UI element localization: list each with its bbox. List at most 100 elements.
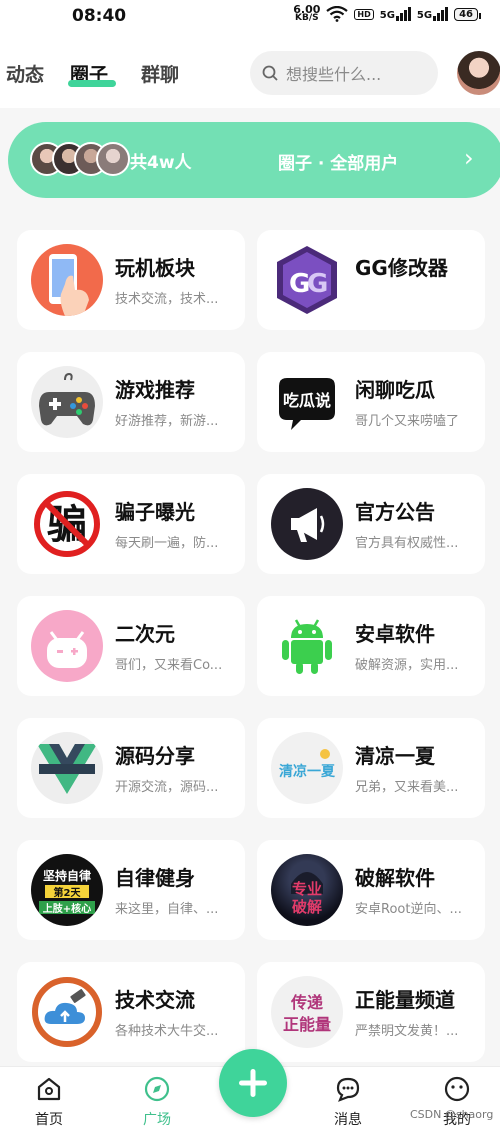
circle-title: 正能量频道: [355, 988, 455, 1012]
tab-dynamic[interactable]: 动态: [6, 60, 44, 87]
circle-title: GG修改器: [355, 256, 448, 280]
search-icon: [262, 65, 278, 81]
nav-square-label: 广场: [143, 1112, 171, 1128]
circle-card-fitness[interactable]: 坚持自律 第2天 上肢+核心 自律健身 来这里，自律、...: [17, 840, 245, 940]
network-speed-unit: KB/S: [295, 13, 319, 23]
circle-card-summer[interactable]: 清凉一夏 清凉一夏 兄弟，又来看美...: [257, 718, 485, 818]
circle-card-gg[interactable]: G G GG修改器: [257, 230, 485, 330]
status-icons: 6.00 KB/S HD 5G 5G 46: [293, 4, 481, 23]
summer-text-icon: 清凉一夏: [271, 732, 343, 804]
nav-messages-label: 消息: [334, 1112, 362, 1128]
fitness-line-2: 第2天: [54, 886, 82, 899]
message-icon: [336, 1077, 360, 1102]
nav-home-label: 首页: [35, 1112, 63, 1128]
fitness-line-3: 上肢+核心: [43, 902, 91, 915]
plus-icon: [239, 1069, 267, 1097]
chat-logo-text: 吃瓜说: [283, 391, 331, 410]
circle-title: 玩机板块: [115, 256, 195, 280]
smiley-icon: [444, 1076, 470, 1102]
circle-desc: 各种技术大牛交...: [115, 1024, 219, 1039]
status-bar: 08:40 6.00 KB/S HD 5G 5G 46: [0, 0, 500, 34]
svg-text:G: G: [307, 269, 328, 299]
circle-desc: 每天刷一遍，防...: [115, 536, 219, 551]
hacker-line-1: 专业: [292, 880, 322, 898]
chevron-right-icon: ›: [464, 144, 474, 172]
gg-logo-icon: G G: [271, 244, 343, 316]
fitness-line-1: 坚持自律: [43, 868, 91, 883]
circle-desc: 哥们，又来看Co...: [115, 658, 223, 673]
circle-title: 安卓软件: [355, 622, 435, 646]
anime-face-icon: [31, 610, 103, 682]
signal-sim2-icon: 5G: [416, 7, 449, 21]
nav-square[interactable]: 广场: [127, 1075, 187, 1129]
sim2-label: 5G: [416, 10, 433, 21]
megaphone-icon: [271, 488, 343, 560]
battery-icon: 46: [454, 7, 481, 21]
all-users-banner[interactable]: 共4w人 圈子 · 全部用户 ›: [8, 122, 500, 198]
circle-title: 游戏推荐: [115, 378, 195, 402]
watermark: CSDN @shaorg: [410, 1108, 494, 1121]
active-tab-indicator: [68, 80, 116, 87]
hd-badge: HD: [354, 8, 374, 20]
summer-logo-text: 清凉一夏: [279, 763, 336, 780]
sim1-label: 5G: [379, 10, 395, 21]
member-avatars: [30, 142, 130, 178]
banner-title: 圈子 · 全部用户: [278, 154, 399, 174]
hacker-line-2: 破解: [292, 898, 322, 916]
search-placeholder: 想搜些什么...: [286, 65, 382, 84]
positive-line-2: 正能量: [283, 1015, 331, 1034]
circle-title: 闲聊吃瓜: [355, 378, 435, 402]
circle-card-announcement[interactable]: 官方公告 官方具有权威性...: [257, 474, 485, 574]
nav-messages[interactable]: 消息: [318, 1075, 378, 1129]
circle-desc: 哥几个又来唠嗑了: [355, 414, 460, 429]
circle-card-crack[interactable]: 专业 破解 破解软件 安卓Root逆向、...: [257, 840, 485, 940]
phone-hand-icon: [31, 244, 103, 316]
circle-card-games[interactable]: 游戏推荐 好游推荐，新游...: [17, 352, 245, 452]
positive-energy-icon: 传递 正能量: [271, 976, 343, 1048]
android-icon: [271, 610, 343, 682]
circle-desc: 安卓Root逆向、...: [355, 902, 462, 917]
circle-card-source[interactable]: 源码分享 开源交流，源码...: [17, 718, 245, 818]
chat-bubble-logo-icon: 吃瓜说: [271, 366, 343, 438]
cloud-usb-icon: [31, 976, 103, 1048]
avatar: [96, 142, 130, 176]
circle-desc: 技术交流，技术...: [115, 292, 219, 307]
circle-card-positive[interactable]: 传递 正能量 正能量频道 严禁明文发黄！...: [257, 962, 485, 1062]
circle-card-scam[interactable]: 骗 骗子曝光 每天刷一遍，防...: [17, 474, 245, 574]
signal-sim1-icon: 5G: [380, 7, 411, 21]
circle-desc: 兄弟，又来看美...: [355, 780, 459, 795]
circle-card-anime[interactable]: 二次元 哥们，又来看Co...: [17, 596, 245, 696]
positive-line-1: 传递: [290, 993, 323, 1012]
wifi-icon: [326, 6, 349, 22]
circle-title: 技术交流: [115, 988, 195, 1012]
circle-desc: 严禁明文发黄！...: [355, 1024, 459, 1039]
member-count: 共4w人: [130, 153, 192, 173]
circle-title: 破解软件: [355, 866, 435, 890]
nav-home[interactable]: 首页: [19, 1075, 79, 1129]
circle-card-chat[interactable]: 吃瓜说 闲聊吃瓜 哥几个又来唠嗑了: [257, 352, 485, 452]
home-icon: [37, 1077, 61, 1101]
circle-desc: 破解资源，实用...: [355, 658, 459, 673]
fitness-badge-icon: 坚持自律 第2天 上肢+核心: [31, 854, 103, 926]
circle-card-tech[interactable]: 技术交流 各种技术大牛交...: [17, 962, 245, 1062]
search-input[interactable]: 想搜些什么...: [250, 51, 438, 95]
circle-card-phone[interactable]: 玩机板块 技术交流，技术...: [17, 230, 245, 330]
circle-desc: 官方具有权威性...: [355, 536, 459, 551]
circle-title: 官方公告: [355, 500, 435, 524]
circle-title: 自律健身: [115, 866, 195, 890]
circle-desc: 来这里，自律、...: [115, 902, 219, 917]
tab-group-chat[interactable]: 群聊: [141, 60, 179, 87]
gamepad-icon: [31, 366, 103, 438]
user-avatar[interactable]: [457, 51, 500, 95]
circle-card-android[interactable]: 安卓软件 破解资源，实用...: [257, 596, 485, 696]
vue-logo-icon: [31, 732, 103, 804]
circle-title: 清凉一夏: [355, 744, 435, 768]
compass-icon: [144, 1076, 170, 1102]
circle-title: 骗子曝光: [115, 500, 195, 524]
status-time: 08:40: [72, 6, 127, 26]
no-scam-icon: 骗: [31, 488, 103, 560]
hacker-icon: 专业 破解: [271, 854, 343, 926]
top-header: 动态 圈子 群聊 想搜些什么...: [0, 34, 500, 108]
circle-title: 二次元: [115, 622, 175, 646]
create-post-button[interactable]: [219, 1049, 287, 1117]
